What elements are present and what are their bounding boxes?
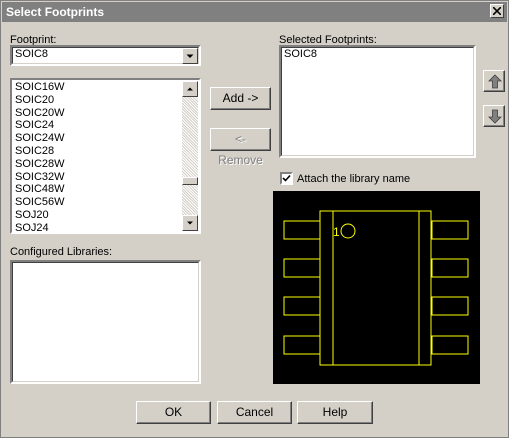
footprint-dropdown-button[interactable]	[182, 48, 198, 64]
scroll-down-button[interactable]	[182, 215, 198, 231]
cancel-button[interactable]: Cancel	[217, 401, 292, 424]
configured-libraries-list[interactable]	[10, 260, 201, 384]
ok-button-label: OK	[164, 405, 183, 419]
arrow-down-icon	[488, 109, 502, 124]
remove-button-label: <- Remove	[218, 132, 263, 167]
list-item[interactable]: SOIC24	[15, 119, 65, 132]
footprint-list-items: SOIC16W SOIC20 SOIC20W SOIC24 SOIC24W SOIC28 S…	[15, 81, 65, 235]
list-item[interactable]: SOIC48W	[15, 183, 65, 196]
list-item[interactable]: SOIC24W	[15, 132, 65, 145]
pin1-marker	[340, 223, 356, 239]
attach-library-checkbox[interactable]	[280, 172, 293, 185]
select-footprints-dialog: Select Footprints Footprint: SOIC8 SOIC1…	[0, 0, 509, 438]
attach-library-label[interactable]: Attach the library name	[297, 173, 410, 185]
list-item[interactable]: SOIC20	[15, 94, 65, 107]
chevron-down-icon	[187, 221, 193, 225]
pad	[283, 296, 321, 316]
footprint-combobox-value: SOIC8	[15, 48, 49, 60]
list-item[interactable]: SOIC56W	[15, 196, 65, 209]
chevron-up-icon	[187, 87, 193, 91]
add-button-label: Add ->	[222, 91, 259, 105]
selected-footprints-items: SOIC8	[284, 48, 317, 61]
list-item[interactable]: SOJ24	[15, 222, 65, 235]
list-item[interactable]: SOJ20	[15, 209, 65, 222]
scroll-up-button[interactable]	[182, 81, 198, 97]
help-button[interactable]: Help	[297, 401, 373, 424]
pad	[283, 258, 321, 278]
pad	[283, 220, 321, 240]
list-item[interactable]: SOIC20W	[15, 107, 65, 120]
pin1-label: 1	[333, 225, 340, 239]
footprint-preview: 1	[273, 191, 480, 384]
checkmark-icon	[282, 174, 291, 182]
chevron-down-icon	[186, 54, 194, 58]
add-button[interactable]: Add ->	[210, 87, 271, 110]
list-item[interactable]: SOIC28	[15, 145, 65, 158]
list-item[interactable]: SOIC28W	[15, 158, 65, 171]
pad	[431, 258, 469, 278]
ok-button[interactable]: OK	[136, 401, 211, 424]
list-item[interactable]: SOIC32W	[15, 171, 65, 184]
move-down-button[interactable]	[483, 105, 505, 127]
pad	[431, 296, 469, 316]
window-title: Select Footprints	[6, 5, 105, 19]
help-button-label: Help	[322, 405, 348, 419]
cancel-button-label: Cancel	[235, 405, 274, 419]
configured-libraries-label: Configured Libraries:	[10, 246, 113, 258]
move-up-button[interactable]	[483, 70, 505, 92]
arrow-up-icon	[488, 74, 502, 89]
remove-button[interactable]: <- Remove	[210, 128, 271, 167]
footprint-list-scrollbar[interactable]	[182, 81, 198, 231]
selected-footprints-list[interactable]: SOIC8	[279, 45, 476, 158]
title-bar[interactable]: Select Footprints	[2, 2, 507, 22]
pad	[283, 335, 321, 355]
footprint-combobox[interactable]: SOIC8	[10, 45, 201, 66]
scroll-thumb[interactable]	[182, 177, 198, 185]
pad	[431, 335, 469, 355]
list-item[interactable]: SOIC16W	[15, 81, 65, 94]
footprint-list[interactable]: SOIC16W SOIC20 SOIC20W SOIC24 SOIC24W SOIC28 S…	[10, 78, 201, 234]
close-button[interactable]	[490, 4, 504, 18]
pad	[431, 220, 469, 240]
close-icon	[493, 7, 501, 15]
footprint-preview-canvas: 1	[283, 210, 469, 366]
list-item[interactable]: SOIC8	[284, 48, 317, 61]
